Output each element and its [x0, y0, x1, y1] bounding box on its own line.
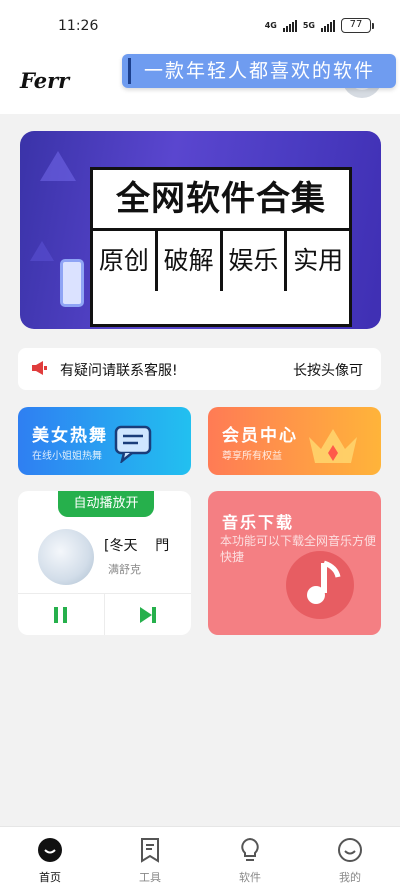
bottom-tab-bar: 首页 工具 软件 我的 — [0, 826, 400, 888]
notice-text: 有疑问请联系客服! — [60, 363, 178, 379]
banner-tags: 原创 破解 娱乐 实用 — [93, 228, 349, 291]
song-title-suffix: 門 — [155, 538, 170, 554]
tab-home[interactable]: 首页 — [0, 827, 100, 888]
song-title: [冬天 門 — [104, 535, 169, 555]
pause-button[interactable] — [18, 594, 105, 635]
tab-mine[interactable]: 我的 — [300, 827, 400, 888]
smile-icon — [338, 838, 362, 862]
banner-tag-practical: 实用 — [293, 246, 344, 275]
signal-icon — [282, 19, 297, 32]
network-label-4g: 4G — [264, 21, 277, 30]
song-title-text: [冬天 — [104, 538, 138, 554]
banner-board: 全网软件合集 原创 破解 娱乐 实用 — [90, 167, 352, 327]
bookmark-icon — [141, 838, 159, 863]
tab-mine-label: 我的 — [339, 871, 361, 884]
status-bar: 11:26 4G 5G 77 — [0, 0, 400, 46]
slogan-banner: 一款年轻人都喜欢的软件 — [122, 54, 396, 88]
music-note-icon — [286, 551, 354, 619]
home-icon — [38, 838, 62, 862]
vip-card-subtitle: 尊享所有权益 — [222, 451, 282, 462]
music-player: 自动播放开 [冬天 門 满舒克 — [18, 491, 191, 635]
battery-icon: 77 — [341, 18, 374, 33]
beauty-card-title: 美女热舞 — [32, 426, 108, 446]
banner-tag-crack: 破解 — [158, 231, 223, 291]
tab-software-label: 软件 — [239, 871, 261, 884]
skip-next-icon — [140, 606, 156, 623]
battery-level: 77 — [341, 18, 371, 33]
network-label-5g: 5G — [302, 21, 315, 30]
notice-hint: 长按头像可 — [293, 363, 363, 379]
promo-banner[interactable]: 全网软件合集 原创 破解 娱乐 实用 — [20, 131, 381, 329]
music-card-title: 音乐下载 — [222, 513, 295, 532]
crown-icon — [309, 429, 357, 463]
player-controls — [18, 593, 191, 635]
app-logo: Ferr — [20, 68, 70, 93]
tab-tools-label: 工具 — [139, 871, 161, 884]
tab-home-label: 首页 — [39, 871, 61, 884]
pause-icon — [54, 606, 67, 623]
tab-software[interactable]: 软件 — [200, 827, 300, 888]
vip-center-card[interactable]: 会员中心 尊享所有权益 — [208, 407, 381, 475]
signal-icon-2 — [321, 19, 335, 32]
music-download-card[interactable]: 音乐下载 本功能可以下载全网音乐方便快捷 — [208, 491, 381, 635]
chat-icon — [114, 425, 152, 463]
vip-card-title: 会员中心 — [222, 426, 298, 446]
album-cover — [38, 529, 94, 585]
megaphone-icon — [30, 360, 48, 380]
song-artist: 满舒克 — [108, 563, 141, 576]
banner-title: 全网软件合集 — [116, 179, 326, 219]
status-indicators: 4G 5G 77 — [265, 18, 374, 33]
bulb-icon — [241, 837, 259, 861]
banner-tag-entertainment: 娱乐 — [223, 231, 288, 291]
beauty-card-subtitle: 在线小姐姐热舞 — [32, 451, 102, 462]
tab-tools[interactable]: 工具 — [100, 827, 200, 888]
banner-tag-original: 原创 — [93, 231, 158, 291]
phone-icon — [60, 259, 84, 307]
notice-bar[interactable]: 有疑问请联系客服! 长按头像可 — [18, 348, 381, 390]
beauty-dance-card[interactable]: 美女热舞 在线小姐姐热舞 — [18, 407, 191, 475]
status-time: 11:26 — [58, 18, 99, 34]
next-button[interactable] — [105, 594, 191, 635]
autoplay-toggle[interactable]: 自动播放开 — [58, 491, 154, 517]
